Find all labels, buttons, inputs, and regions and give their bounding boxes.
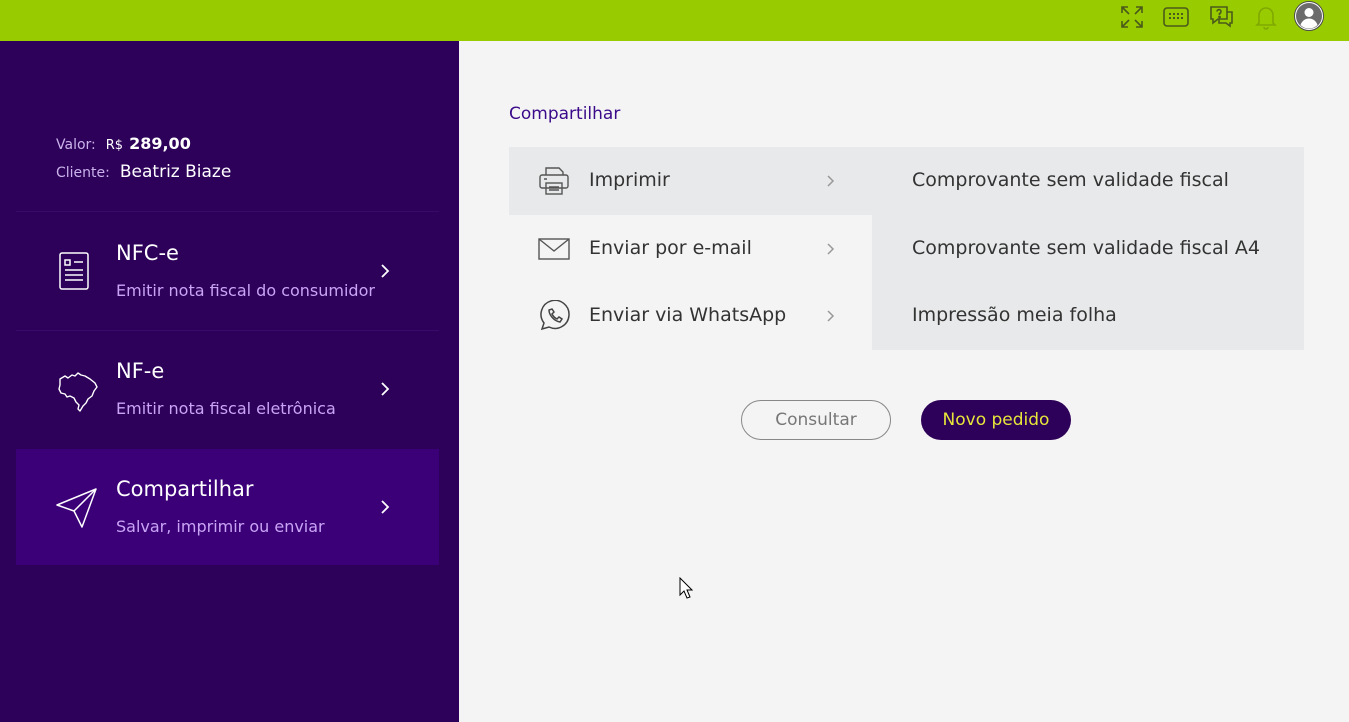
order-value: 289,00	[129, 134, 191, 153]
sidebar-item-subtitle: Salvar, imprimir ou enviar	[116, 517, 325, 536]
novo-pedido-button[interactable]: Novo pedido	[921, 400, 1071, 440]
print-option-comprovante[interactable]: Comprovante sem validade fiscal	[872, 147, 1304, 215]
sidebar-item-subtitle: Emitir nota fiscal eletrônica	[116, 399, 336, 418]
keyboard-icon[interactable]	[1162, 3, 1190, 31]
sidebar-item-title: Compartilhar	[116, 477, 254, 501]
mail-icon	[537, 233, 571, 265]
fullscreen-icon[interactable]	[1118, 3, 1146, 31]
option-whatsapp[interactable]: Enviar via WhatsApp	[509, 282, 872, 350]
send-icon	[54, 485, 100, 535]
option-label: Imprimir	[589, 169, 670, 191]
top-bar	[0, 0, 1349, 41]
mouse-cursor-icon	[679, 576, 694, 603]
chevron-right-icon	[378, 261, 392, 285]
chevron-right-icon	[378, 379, 392, 403]
chevron-right-icon	[825, 307, 837, 329]
user-avatar-icon[interactable]	[1294, 1, 1324, 31]
share-methods-list: Imprimir Enviar por e-mail Enviar via Wh…	[509, 147, 872, 350]
sidebar-item-title: NF-e	[116, 359, 165, 383]
sidebar: Valor: R$ 289,00 Cliente: Beatriz Biaze …	[0, 41, 459, 722]
chevron-right-icon	[825, 240, 837, 262]
divider	[16, 211, 439, 212]
help-chat-icon[interactable]	[1207, 3, 1235, 31]
printer-icon	[537, 165, 571, 197]
sidebar-item-compartilhar[interactable]: Compartilhar Salvar, imprimir ou enviar	[16, 449, 439, 565]
print-option-label: Comprovante sem validade fiscal	[912, 169, 1229, 191]
sidebar-item-title: NFC-e	[116, 241, 179, 265]
sidebar-item-nfce[interactable]: NFC-e Emitir nota fiscal do consumidor	[16, 213, 439, 329]
print-option-label: Impressão meia folha	[912, 304, 1117, 326]
brazil-map-icon	[54, 367, 100, 417]
bell-icon[interactable]	[1252, 3, 1280, 31]
chevron-right-icon	[825, 172, 837, 194]
consultar-button[interactable]: Consultar	[741, 400, 891, 440]
share-options-panel: Imprimir Enviar por e-mail Enviar via Wh…	[509, 147, 1304, 350]
print-option-label: Comprovante sem validade fiscal A4	[912, 237, 1261, 259]
sidebar-item-nfe[interactable]: NF-e Emitir nota fiscal eletrônica	[16, 331, 439, 447]
option-label: Enviar por e-mail	[589, 237, 752, 259]
order-info: Valor: R$ 289,00 Cliente: Beatriz Biaze	[56, 134, 231, 190]
receipt-icon	[54, 249, 94, 297]
value-row: Valor: R$ 289,00	[56, 134, 231, 162]
print-option-comprovante-a4[interactable]: Comprovante sem validade fiscal A4	[872, 215, 1304, 283]
option-imprimir[interactable]: Imprimir	[509, 147, 872, 215]
print-option-meia-folha[interactable]: Impressão meia folha	[872, 282, 1304, 350]
value-label: Valor:	[56, 137, 96, 153]
option-email[interactable]: Enviar por e-mail	[509, 215, 872, 283]
client-name: Beatriz Biaze	[119, 162, 232, 182]
client-label: Cliente:	[56, 165, 110, 181]
client-row: Cliente: Beatriz Biaze	[56, 162, 231, 190]
currency-symbol: R$	[105, 138, 124, 153]
option-label: Enviar via WhatsApp	[589, 304, 787, 326]
sidebar-item-subtitle: Emitir nota fiscal do consumidor	[116, 281, 375, 300]
whatsapp-icon	[537, 299, 571, 332]
chevron-right-icon	[378, 497, 392, 521]
print-options-list: Comprovante sem validade fiscal Comprova…	[872, 147, 1304, 350]
page-title: Compartilhar	[509, 104, 621, 124]
